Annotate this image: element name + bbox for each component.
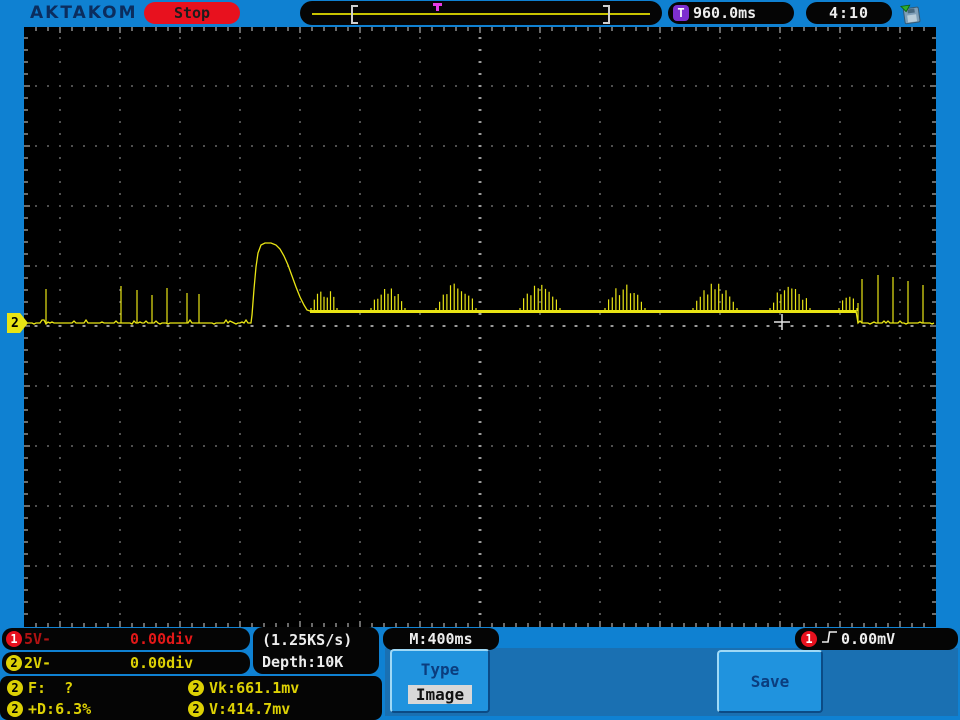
trigger-time-value: 960.0ms xyxy=(693,4,757,22)
scope-display: 2 xyxy=(7,27,936,627)
channel2-badge: 2 xyxy=(6,655,22,671)
stop-label: Stop xyxy=(173,4,211,22)
channel2-offset: 0.00div xyxy=(130,654,194,672)
timebase-pill: M:400ms xyxy=(383,628,499,650)
measurement-voltage-text: V:414.7mv xyxy=(209,700,291,718)
measurement-channel-badge: 2 xyxy=(188,701,204,717)
status-bar: 1 5V- 0.00div 2 2V- 0.00div (1.25KS/s) D… xyxy=(0,627,960,720)
storage-disk-icon xyxy=(898,2,924,30)
channel1-scale: 5V- xyxy=(24,630,52,648)
timebase-value: M:400ms xyxy=(409,630,473,648)
type-label: Type xyxy=(420,660,460,679)
trigger-status-pill: 1 0.00mV xyxy=(795,628,958,650)
memory-record-line xyxy=(312,13,650,15)
brand-logo: AKTAKOM xyxy=(30,3,138,23)
memory-position-bar[interactable] xyxy=(300,1,662,25)
save-label: Save xyxy=(750,672,790,691)
type-menu-button[interactable]: Type Image xyxy=(390,649,490,713)
channel2-scale: 2V- xyxy=(24,654,52,672)
measurement-channel-badge: 2 xyxy=(188,680,204,696)
trigger-source-badge: 1 xyxy=(801,631,817,647)
clock-value: 4:10 xyxy=(828,4,870,22)
trigger-time-readout: T 960.0ms xyxy=(668,2,794,24)
channel1-status-pill: 1 5V- 0.00div xyxy=(2,628,250,650)
channel1-offset: 0.00div xyxy=(130,630,194,648)
measurement-vk-text: Vk:661.1mv xyxy=(209,679,300,697)
window-right-bracket-icon xyxy=(603,5,610,24)
trigger-position-marker-icon xyxy=(433,3,442,11)
clock-readout: 4:10 xyxy=(806,2,892,24)
channel2-marker-label: 2 xyxy=(11,315,19,331)
measurement-voltage: 2 V:414.7mv xyxy=(188,700,290,718)
measurement-duty: 2 +D:6.3% xyxy=(7,700,91,718)
rising-edge-icon xyxy=(821,630,839,648)
trigger-t-icon: T xyxy=(673,5,689,21)
measurements-panel: 2 F: ? 2 Vk:661.1mv 2 +D:6.3% 2 V:414.7m… xyxy=(0,676,382,720)
channel2-status-pill: 2 2V- 0.00div xyxy=(2,652,250,674)
sample-rate-value: (1.25KS/s) xyxy=(262,631,353,649)
measurement-vk: 2 Vk:661.1mv xyxy=(188,679,299,697)
measurement-channel-badge: 2 xyxy=(7,680,23,696)
trigger-level-value: 0.00mV xyxy=(841,630,896,648)
measurement-duty-text: +D:6.3% xyxy=(28,700,92,718)
measurement-frequency-text: F: ? xyxy=(28,679,74,697)
acquisition-stop-indicator[interactable]: Stop xyxy=(144,2,240,24)
channel1-badge: 1 xyxy=(6,631,22,647)
save-button[interactable]: Save xyxy=(717,650,823,713)
type-selected-value: Image xyxy=(407,685,473,704)
memory-depth-value: Depth:10K xyxy=(262,653,344,671)
waveform-plot xyxy=(24,27,936,627)
measurement-channel-badge: 2 xyxy=(7,701,23,717)
measurement-frequency: 2 F: ? xyxy=(7,679,73,697)
top-bar: AKTAKOM Stop T 960.0ms 4:10 xyxy=(0,0,960,27)
sample-rate-box: (1.25KS/s) Depth:10K xyxy=(253,627,379,674)
window-left-bracket-icon xyxy=(351,5,358,24)
